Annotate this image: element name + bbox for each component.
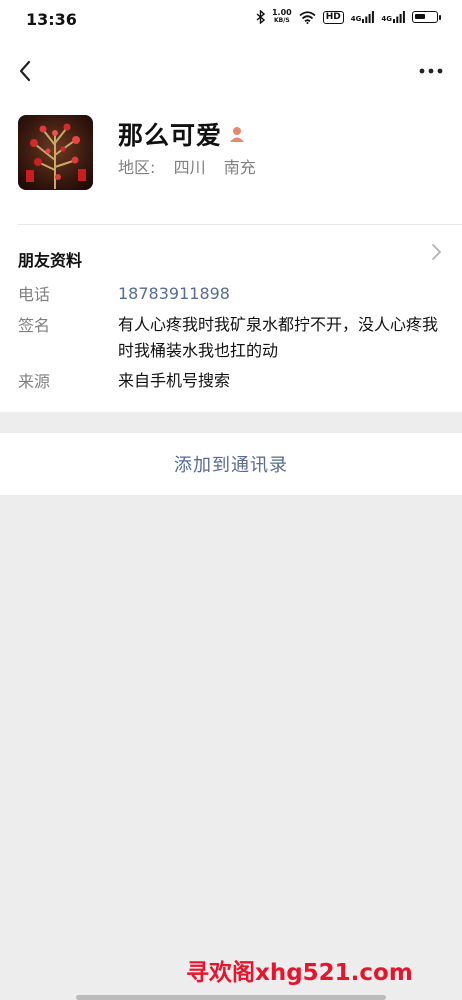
source-label: 来源 (18, 372, 51, 391)
more-button[interactable] (414, 56, 448, 86)
profile-panel: 那么可爱 地区: 四川 南充 朋友资料 电话 18783911898 签名 有人… (0, 40, 462, 412)
battery-level (415, 14, 425, 19)
status-bar: 13:36 1.00 KB/S HD 4G 4G (0, 0, 462, 40)
more-dots-icon (419, 68, 443, 74)
phone-row: 电话 18783911898 (18, 281, 442, 307)
source-value: 来自手机号搜索 (118, 371, 231, 390)
signal-1: 4G (351, 11, 375, 23)
net-speed: 1.00 KB/S (271, 8, 292, 25)
avatar-image (18, 115, 93, 190)
phone-value[interactable]: 18783911898 (118, 281, 230, 307)
add-to-contacts-label: 添加到通讯录 (174, 455, 288, 476)
watermark: 寻欢阁xhg521.com (186, 960, 413, 986)
signature-label: 签名 (18, 316, 51, 335)
status-time: 13:36 (26, 10, 77, 29)
signal-bars-icon (362, 11, 375, 23)
region-province: 四川 (173, 158, 206, 177)
region: 地区: 四川 南充 (118, 154, 256, 178)
region-city: 南充 (223, 158, 256, 177)
chevron-right-icon[interactable] (428, 242, 444, 262)
back-button[interactable] (10, 56, 40, 86)
signal-2: 4G (381, 11, 405, 23)
signature-value: 有人心疼我时我矿泉水都拧不开，没人心疼我时我桶装水我也扛的动 (118, 315, 439, 360)
add-to-contacts-button[interactable]: 添加到通讯录 (0, 433, 462, 495)
phone-label: 电话 (18, 285, 51, 304)
region-label: 地区: (118, 158, 156, 177)
source-row: 来源 来自手机号搜索 (18, 368, 442, 394)
hd-badge: HD (322, 10, 344, 24)
bluetooth-icon (256, 10, 265, 24)
person-icon (230, 127, 245, 142)
signal-bars-icon (393, 11, 405, 23)
avatar[interactable] (18, 115, 93, 190)
signature-row: 签名 有人心疼我时我矿泉水都拧不开，没人心疼我时我桶装水我也扛的动 (18, 312, 442, 364)
contact-name-text: 那么可爱 (118, 121, 223, 150)
home-indicator[interactable] (76, 995, 386, 1000)
contact-name: 那么可爱 (118, 116, 246, 152)
chevron-left-icon (19, 60, 31, 82)
wifi-icon (299, 10, 316, 24)
divider (18, 224, 462, 225)
status-icons: 1.00 KB/S HD 4G 4G (256, 8, 441, 25)
friend-info-title[interactable]: 朋友资料 (18, 247, 82, 271)
battery-icon (412, 11, 441, 23)
